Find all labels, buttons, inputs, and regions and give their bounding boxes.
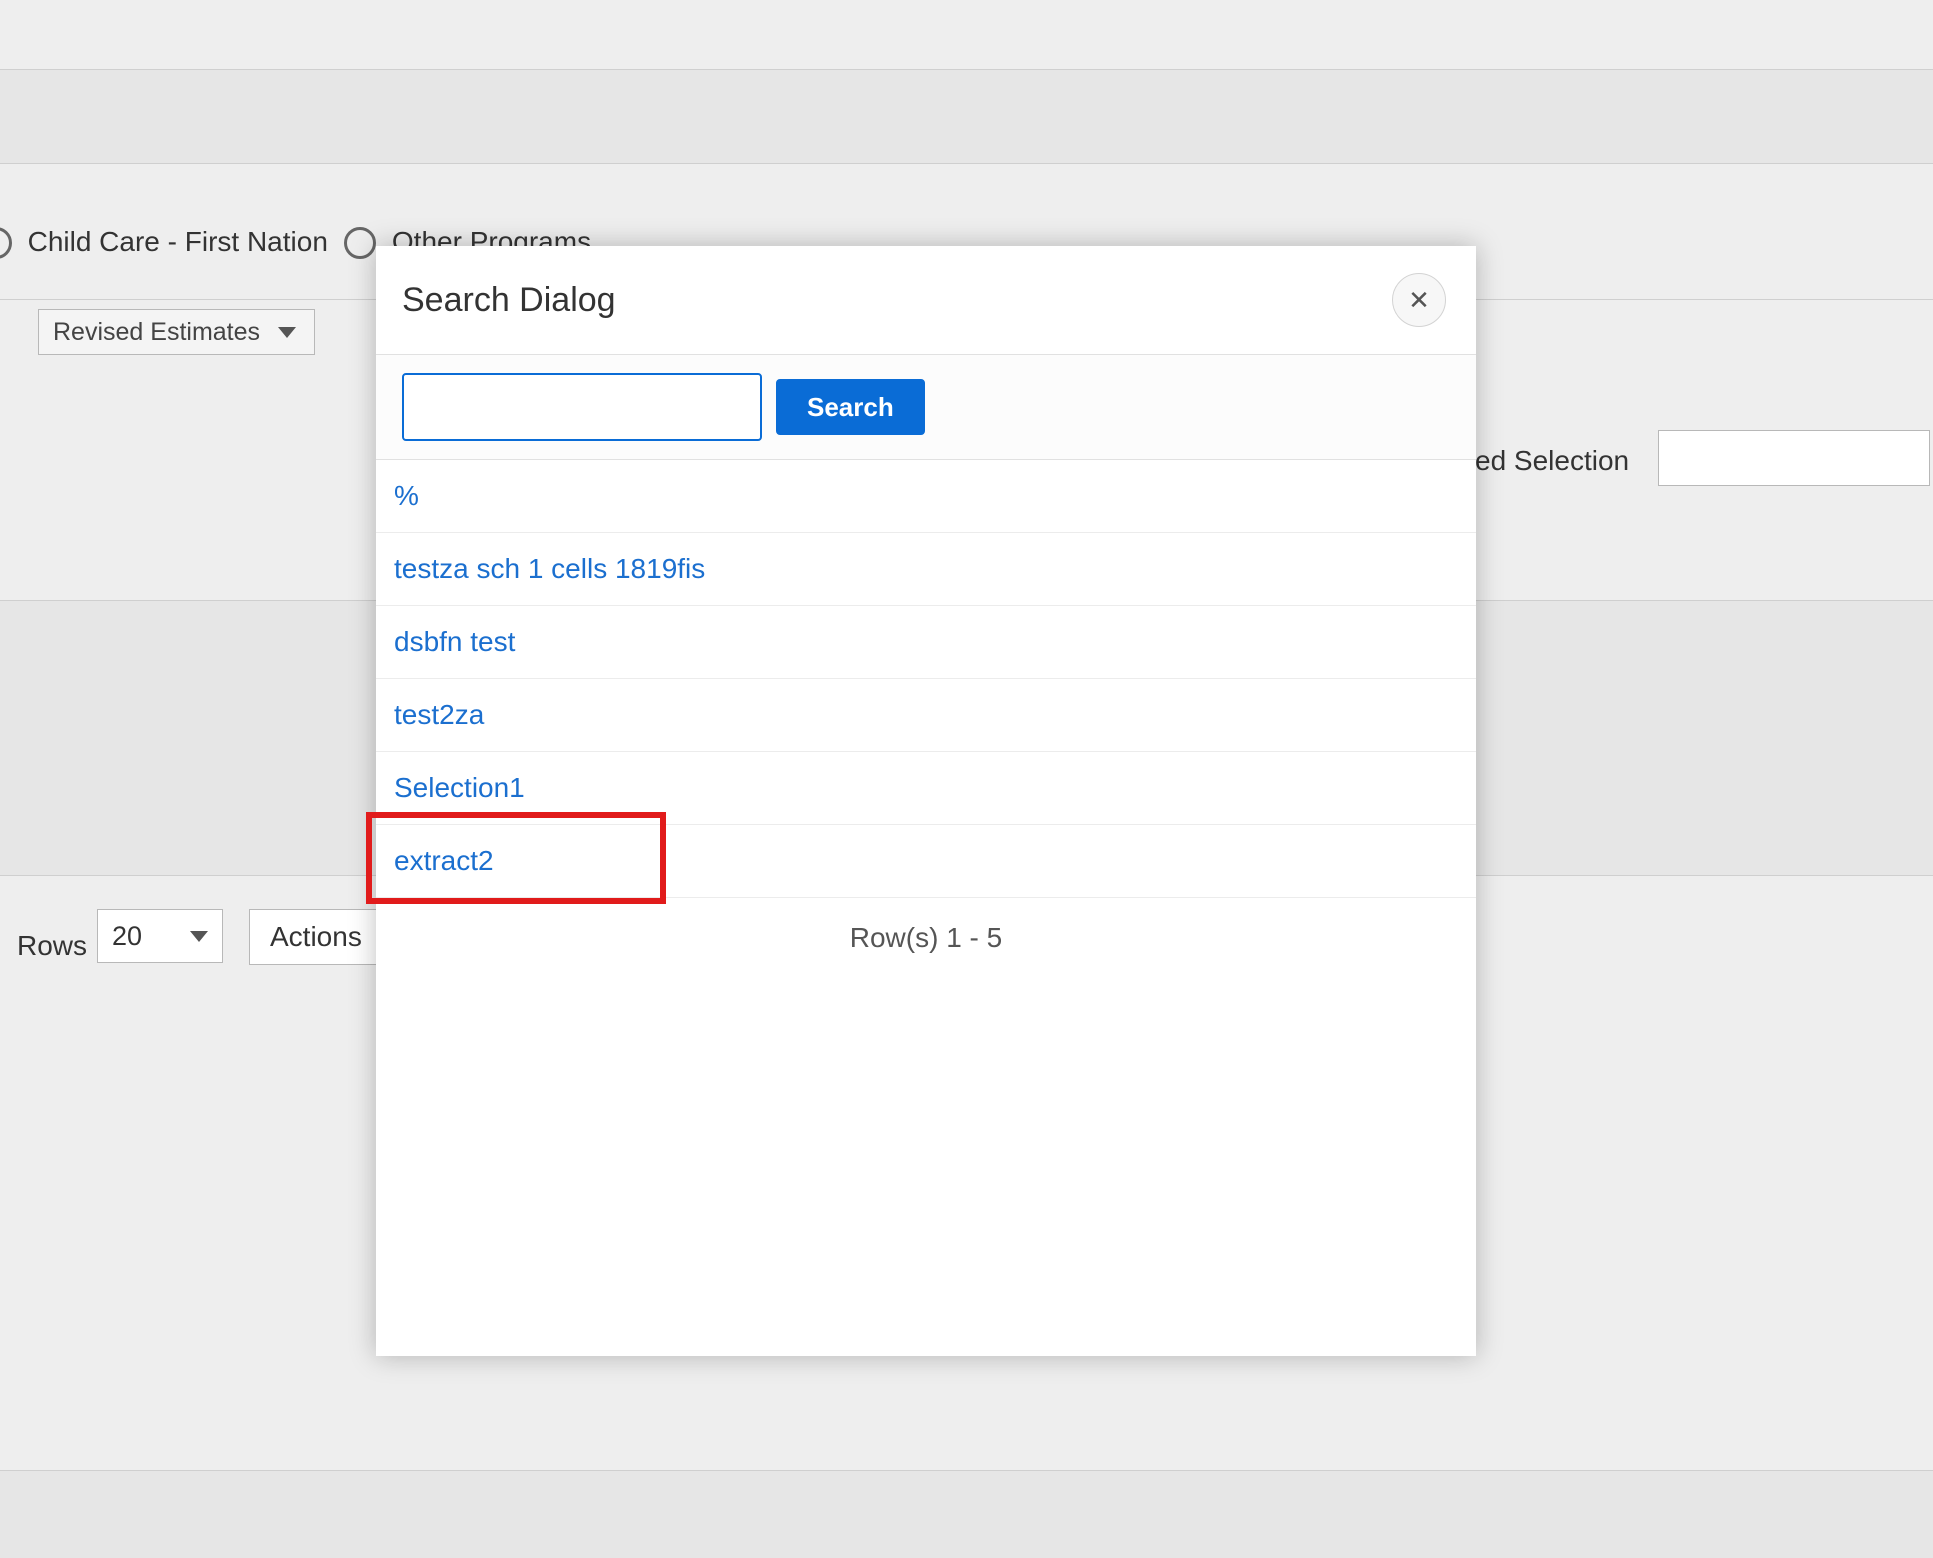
search-button[interactable]: Search: [776, 379, 925, 435]
search-dialog: Search Dialog ✕ Search %testza sch 1 cel…: [376, 246, 1476, 1356]
cycle-select[interactable]: Revised Estimates: [38, 309, 315, 355]
cycle-select-value: Revised Estimates: [53, 318, 260, 347]
close-icon: ✕: [1408, 285, 1430, 316]
search-result-item[interactable]: test2za: [376, 679, 1476, 752]
results-pagination-status: Row(s) 1 - 5: [376, 922, 1476, 954]
search-result-item[interactable]: dsbfn test: [376, 606, 1476, 679]
saved-selection-label-fragment: ed Selection: [1475, 445, 1629, 477]
rows-per-page-select[interactable]: 20: [97, 909, 223, 963]
divider: [0, 69, 1933, 70]
radio-label-child-care-first-nation[interactable]: Child Care - First Nation: [28, 226, 328, 258]
search-results-list: %testza sch 1 cells 1819fisdsbfn testtes…: [376, 460, 1476, 898]
radio-icon[interactable]: [0, 227, 12, 259]
chevron-down-icon: [278, 327, 296, 338]
actions-menu-label: Actions: [270, 921, 362, 953]
dialog-header: Search Dialog ✕: [376, 246, 1476, 355]
actions-menu-button[interactable]: Actions: [249, 909, 383, 965]
search-bar: Search: [376, 355, 1476, 460]
bg-band-top: [0, 0, 1933, 69]
chevron-down-icon: [190, 931, 208, 942]
rows-label: Rows: [17, 930, 87, 962]
search-button-label: Search: [807, 392, 894, 423]
search-result-item[interactable]: Selection1: [376, 752, 1476, 825]
search-result-item[interactable]: extract2: [376, 825, 1476, 898]
close-button[interactable]: ✕: [1392, 273, 1446, 327]
radio-icon[interactable]: [344, 227, 376, 259]
search-result-item[interactable]: %: [376, 460, 1476, 533]
saved-selection-input[interactable]: [1658, 430, 1930, 486]
search-result-item[interactable]: testza sch 1 cells 1819fis: [376, 533, 1476, 606]
search-input[interactable]: [402, 373, 762, 441]
divider: [0, 163, 1933, 164]
dialog-title: Search Dialog: [402, 281, 616, 320]
section-divider: [0, 1470, 1933, 1471]
rows-per-page-value: 20: [112, 921, 142, 952]
